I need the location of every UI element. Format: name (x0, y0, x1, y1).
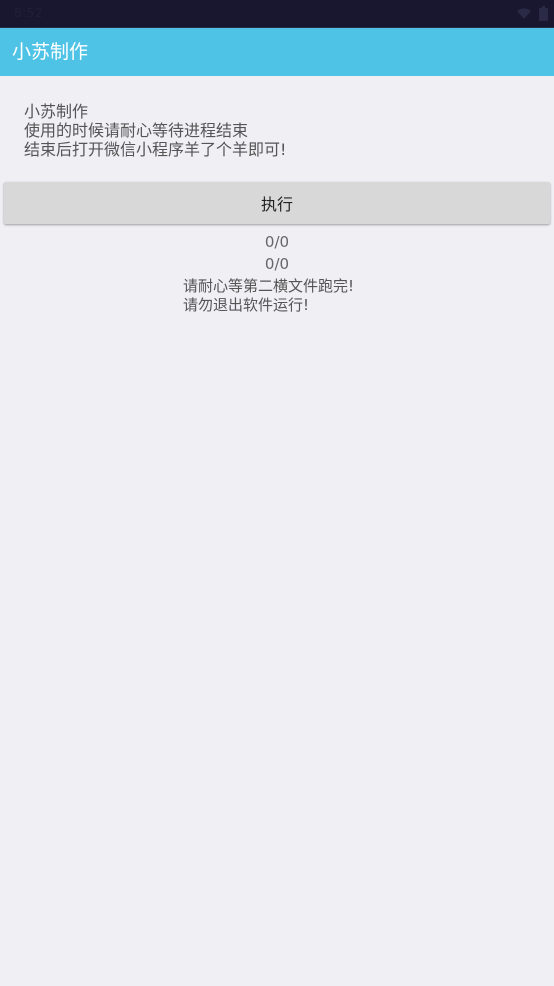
intro-text: 小苏制作 使用的时候请耐心等待进程结束 结束后打开微信小程序羊了个羊即可! (24, 102, 286, 159)
status-icons (517, 6, 548, 21)
status-time: 8:52 (14, 6, 43, 20)
intro-line-2: 使用的时候请耐心等待进程结束 (24, 121, 249, 140)
progress-counter-1: 0/0 (264, 233, 290, 251)
notice-text: 请耐心等第二横文件跑完! 请勿退出软件运行! (183, 277, 354, 315)
progress-counter-2: 0/0 (264, 255, 290, 273)
notice-line-2: 请勿退出软件运行! (183, 296, 310, 314)
execute-button[interactable]: 执行 (4, 182, 550, 224)
intro-line-1: 小苏制作 (24, 102, 89, 121)
battery-icon (539, 6, 548, 21)
intro-line-3: 结束后打开微信小程序羊了个羊即可! (24, 140, 287, 159)
notice-line-1: 请耐心等第二横文件跑完! (183, 277, 355, 295)
app-bar: 小苏制作 (0, 28, 554, 76)
wifi-icon (517, 8, 531, 20)
app-title: 小苏制作 (12, 41, 89, 63)
status-bar: 8:52 (0, 0, 554, 28)
